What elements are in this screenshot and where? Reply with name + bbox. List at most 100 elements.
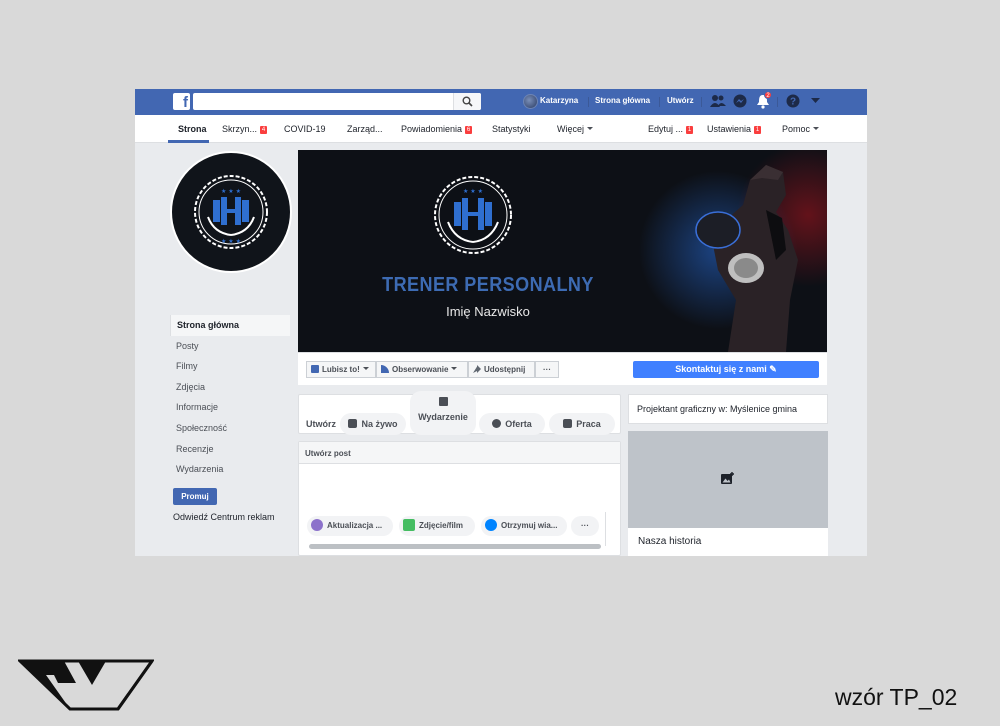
- share-button[interactable]: Udostępnij: [468, 361, 535, 378]
- more-actions-button[interactable]: ···: [535, 361, 559, 378]
- live-label: Na żywo: [361, 419, 398, 429]
- top-navigation-bar: f Katarzyna Strona główna Utwórz 2 ?: [135, 89, 867, 115]
- like-button[interactable]: Lubisz to!: [306, 361, 376, 378]
- trainer-logo-icon: ★ ★ ★: [434, 176, 512, 254]
- tag-icon: [492, 419, 502, 428]
- ads-center-link[interactable]: Odwiedź Centrum reklam: [173, 512, 275, 522]
- divider: [701, 97, 702, 107]
- video-camera-icon: [348, 419, 358, 428]
- edit-count-badge: 1: [686, 126, 694, 134]
- search-input[interactable]: [193, 93, 481, 110]
- nav-events[interactable]: Wydarzenia: [170, 459, 290, 480]
- cover-photo[interactable]: ★ ★ ★ TRENER PERSONALNY Imię Nazwisko: [298, 150, 827, 352]
- boxer-silhouette-image: [695, 165, 798, 352]
- status-update-label: Aktualizacja ...: [327, 521, 383, 530]
- nav-videos[interactable]: Filmy: [170, 356, 290, 377]
- tab-label: Pomoc: [782, 124, 811, 134]
- cover-subtitle: Imię Nazwisko: [446, 304, 530, 319]
- messenger-icon[interactable]: [733, 94, 747, 108]
- tab-help[interactable]: Pomoc: [782, 124, 820, 134]
- tab-label: Ustawienia: [707, 124, 752, 134]
- svg-text:★ ★ ★: ★ ★ ★: [221, 188, 241, 195]
- like-label: Lubisz to!: [322, 365, 360, 374]
- settings-count-badge: 1: [754, 126, 762, 134]
- contact-us-button[interactable]: Skontaktuj się z nami ✎: [633, 361, 819, 378]
- photo-video-label: Zdjęcie/film: [419, 521, 464, 530]
- chevron-down-icon: [813, 127, 820, 130]
- chevron-down-icon: [587, 127, 594, 130]
- page-profile-picture[interactable]: ★ ★ ★ ★ ★ ★: [170, 151, 292, 273]
- friend-requests-icon[interactable]: [710, 94, 726, 108]
- rss-icon: [381, 365, 389, 373]
- account-menu-caret-icon[interactable]: [811, 98, 820, 104]
- user-name-link[interactable]: Katarzyna: [540, 96, 578, 105]
- svg-text:★ ★ ★: ★ ★ ★: [221, 238, 241, 245]
- tab-inbox[interactable]: Skrzyn... 4: [222, 124, 268, 134]
- tab-label: Edytuj ...: [648, 124, 684, 134]
- tab-label: Więcej: [557, 124, 585, 134]
- thumbs-up-icon: [311, 365, 319, 373]
- tab-settings[interactable]: Ustawienia 1: [707, 124, 762, 134]
- facebook-page-screenshot: f Katarzyna Strona główna Utwórz 2 ? Str…: [135, 89, 867, 556]
- page-tab-bar: Strona Skrzyn... 4 COVID-19 Zarząd... Pow…: [135, 115, 867, 143]
- our-story-heading[interactable]: Nasza historia: [628, 528, 828, 556]
- divider: [659, 97, 660, 107]
- nav-posts[interactable]: Posty: [170, 336, 290, 357]
- status-update-option[interactable]: Aktualizacja ...: [307, 516, 393, 536]
- tab-insights[interactable]: Statystyki: [492, 124, 531, 134]
- page-left-navigation: Strona główna Posty Filmy Zdjęcia Inform…: [170, 315, 290, 480]
- nav-reviews[interactable]: Recenzje: [170, 439, 290, 460]
- cover-title: TRENER PERSONALNY: [382, 274, 594, 296]
- nav-about[interactable]: Informacje: [170, 397, 290, 418]
- tab-manage[interactable]: Zarząd...: [347, 124, 383, 134]
- nav-home[interactable]: Strona główna: [170, 315, 290, 336]
- offer-chip[interactable]: Oferta: [479, 413, 545, 435]
- photo-icon: [403, 519, 415, 531]
- chevron-down-icon: [451, 367, 458, 370]
- notifications-count-badge: 2: [764, 91, 772, 99]
- horizontal-scrollbar[interactable]: [309, 544, 601, 549]
- facebook-logo-icon[interactable]: f: [173, 93, 190, 111]
- page-category: Projektant graficzny w: Myślenice gmina: [628, 394, 828, 424]
- get-messages-option[interactable]: Otrzymuj wia...: [481, 516, 567, 536]
- help-icon[interactable]: ?: [786, 94, 800, 108]
- tab-page[interactable]: Strona: [178, 124, 207, 134]
- photo-video-option[interactable]: Zdjęcie/film: [399, 516, 475, 536]
- search-button[interactable]: [453, 93, 481, 110]
- nav-photos[interactable]: Zdjęcia: [170, 377, 290, 398]
- nav-community[interactable]: Społeczność: [170, 418, 290, 439]
- tab-edit-page-info[interactable]: Edytuj ... 1: [648, 124, 694, 134]
- tab-covid-19[interactable]: COVID-19: [284, 124, 326, 134]
- user-avatar[interactable]: [523, 94, 538, 109]
- live-chip[interactable]: Na żywo: [340, 413, 406, 435]
- active-tab-indicator: [168, 140, 209, 143]
- search-icon: [462, 96, 473, 107]
- add-photo-icon: [721, 472, 734, 484]
- follow-label: Obserwowanie: [392, 365, 449, 374]
- more-options-button[interactable]: ···: [571, 516, 599, 536]
- svg-text:★ ★ ★: ★ ★ ★: [463, 188, 483, 195]
- svg-text:?: ?: [790, 97, 796, 108]
- job-chip[interactable]: Praca: [549, 413, 615, 435]
- share-label: Udostępnij: [484, 365, 526, 374]
- offer-label: Oferta: [505, 419, 532, 429]
- trainer-logo-icon: ★ ★ ★ ★ ★ ★: [194, 175, 268, 249]
- divider: [777, 97, 778, 107]
- follow-button[interactable]: Obserwowanie: [376, 361, 468, 378]
- tab-notifications[interactable]: Powiadomienia 6: [401, 124, 473, 134]
- tab-more[interactable]: Więcej: [557, 124, 594, 134]
- brand-logo-icon: [18, 659, 154, 711]
- home-link[interactable]: Strona główna: [595, 96, 650, 105]
- calendar-icon: [438, 397, 448, 406]
- event-label: Wydarzenie: [418, 412, 468, 422]
- create-strip: Utwórz Na żywo Wydarzenie Oferta Praca: [298, 391, 621, 435]
- create-post-box: Utwórz post Aktualizacja ... Zdjęcie/fil…: [298, 441, 621, 556]
- briefcase-icon: [563, 419, 573, 428]
- story-photo-placeholder[interactable]: [628, 431, 828, 528]
- event-chip[interactable]: Wydarzenie: [410, 391, 476, 435]
- pencil-icon: ✎: [769, 364, 777, 374]
- notifications-count-badge: 6: [465, 126, 473, 134]
- promote-button[interactable]: Promuj: [173, 488, 217, 505]
- divider: [605, 512, 606, 546]
- create-link[interactable]: Utwórz: [667, 96, 694, 105]
